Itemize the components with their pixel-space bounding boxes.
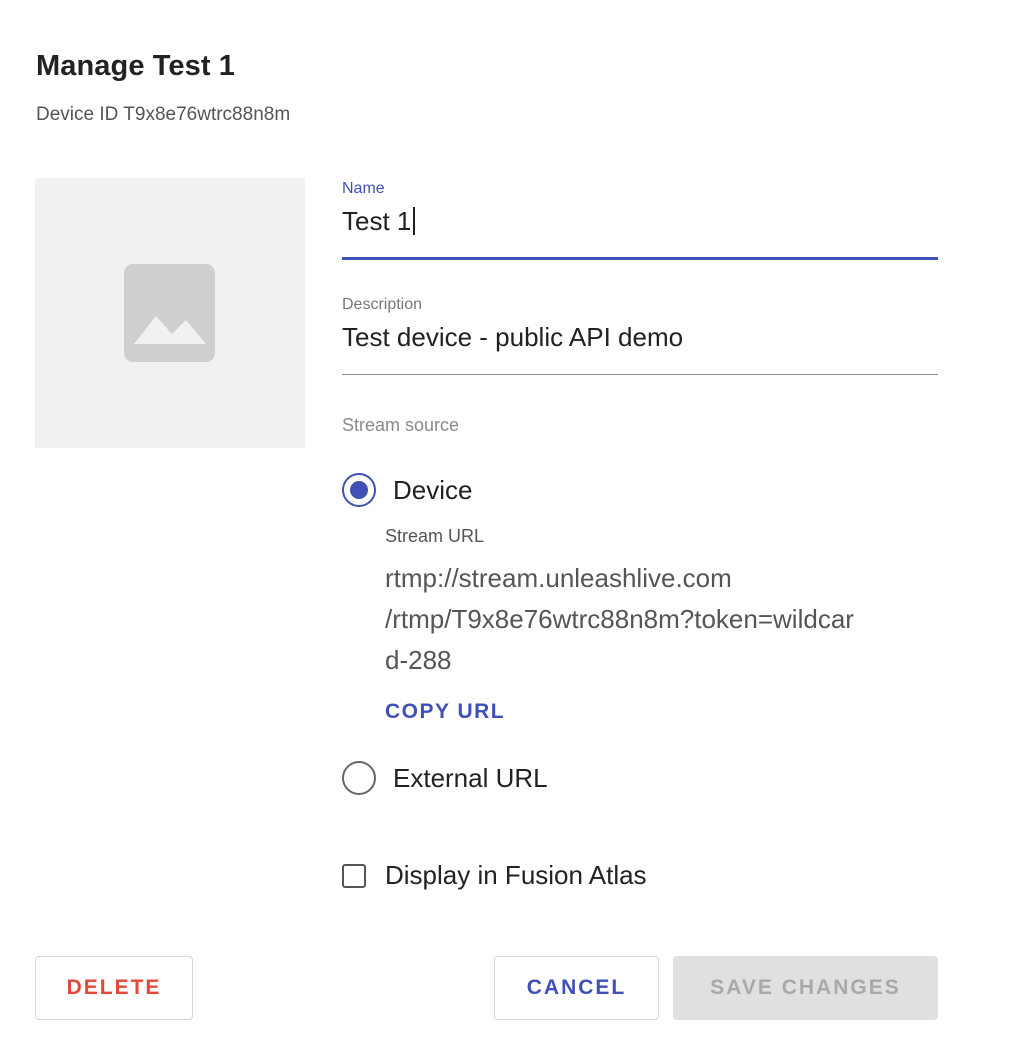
description-input[interactable]: Test device - public API demo — [342, 322, 938, 353]
image-placeholder-icon — [124, 264, 215, 362]
external-url-radio-label: External URL — [393, 762, 548, 793]
name-input[interactable]: Test 1 — [342, 206, 938, 237]
save-changes-button[interactable]: SAVE CHANGES — [673, 956, 938, 1020]
name-label: Name — [342, 180, 385, 197]
external-url-radio[interactable] — [342, 761, 376, 795]
device-radio[interactable] — [342, 473, 376, 507]
stream-url-line: /rtmp/T9x8e76wtrc88n8m?token=wildcar — [385, 604, 854, 634]
name-value: Test 1 — [342, 206, 412, 236]
fusion-atlas-label: Display in Fusion Atlas — [385, 860, 647, 890]
fusion-atlas-option[interactable]: Display in Fusion Atlas — [342, 860, 647, 891]
radio-option-external-url[interactable]: External URL — [342, 760, 548, 796]
manage-device-dialog: Manage Test 1 Device ID T9x8e76wtrc88n8m… — [0, 0, 1032, 1048]
description-label: Description — [342, 296, 423, 313]
description-field[interactable]: Description Test device - public API dem… — [342, 296, 938, 376]
fusion-atlas-checkbox[interactable] — [342, 863, 366, 888]
name-field[interactable]: Name Test 1 — [342, 180, 938, 262]
delete-button[interactable]: DELETE — [35, 956, 193, 1020]
stream-url-line: rtmp://stream.unleashlive.com — [385, 563, 732, 593]
description-underline — [342, 374, 938, 375]
stream-source-label: Stream source — [342, 415, 460, 435]
stream-url-label: Stream URL — [385, 526, 485, 546]
cancel-button[interactable]: CANCEL — [494, 956, 659, 1020]
text-caret — [413, 207, 416, 235]
stream-url-value: rtmp://stream.unleashlive.com /rtmp/T9x8… — [385, 558, 930, 681]
dialog-title: Manage Test 1 — [36, 50, 235, 82]
stream-url-line: d-288 — [385, 645, 452, 675]
device-id-text: Device ID T9x8e76wtrc88n8m — [36, 104, 291, 125]
name-underline — [342, 257, 938, 260]
device-radio-label: Device — [393, 474, 473, 505]
radio-option-device[interactable]: Device — [342, 472, 472, 508]
copy-url-button[interactable]: COPY URL — [385, 700, 505, 724]
